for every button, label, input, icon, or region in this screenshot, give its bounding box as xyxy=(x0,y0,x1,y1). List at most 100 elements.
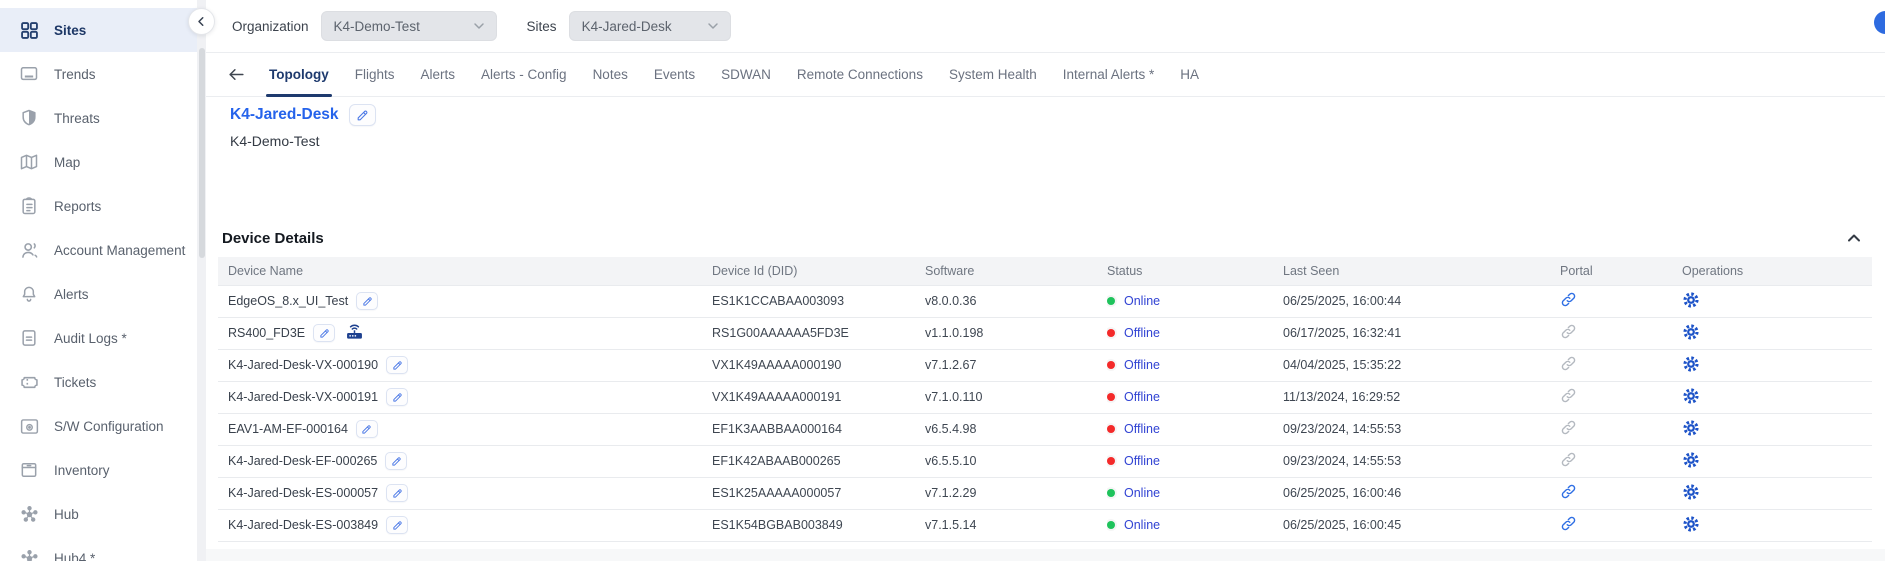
last-seen-cell: 06/17/2025, 16:32:41 xyxy=(1283,317,1560,349)
sidebar-item-alerts[interactable]: Alerts xyxy=(0,272,197,316)
operations-gear-icon[interactable] xyxy=(1682,387,1701,406)
device-name: K4-Jared-Desk-ES-003849 xyxy=(228,518,378,532)
site-title-row: K4-Jared-Desk xyxy=(230,104,1872,126)
column-header-last-seen: Last Seen xyxy=(1283,257,1560,285)
portal-link-icon[interactable] xyxy=(1560,387,1578,405)
tab-alerts-config[interactable]: Alerts - Config xyxy=(481,53,567,96)
scrollbar-thumb[interactable] xyxy=(199,48,205,258)
operations-cell xyxy=(1682,413,1872,445)
tab-remote-connections[interactable]: Remote Connections xyxy=(797,53,923,96)
edit-device-name-button[interactable] xyxy=(386,356,408,374)
last-seen-cell: 06/25/2025, 16:00:44 xyxy=(1283,285,1560,317)
device-details-header: Device Details xyxy=(218,225,1872,251)
device-id-cell: VX1K49AAAAA000191 xyxy=(712,381,925,413)
sidebar-item-trends[interactable]: Trends xyxy=(0,52,197,96)
operations-gear-icon[interactable] xyxy=(1682,483,1701,502)
column-header-device-name: Device Name xyxy=(218,257,712,285)
chevron-down-icon xyxy=(705,18,721,34)
ticket-icon xyxy=(18,371,40,393)
collapse-section-icon[interactable] xyxy=(1844,228,1864,248)
corner-button[interactable] xyxy=(1874,11,1885,34)
sidebar-item-s-w-configuration[interactable]: S/W Configuration xyxy=(0,404,197,448)
operations-gear-icon[interactable] xyxy=(1682,451,1701,470)
edit-device-name-button[interactable] xyxy=(313,324,335,342)
sidebar-item-hub[interactable]: Hub xyxy=(0,492,197,536)
portal-link-icon[interactable] xyxy=(1560,355,1578,373)
portal-link-icon[interactable] xyxy=(1560,451,1578,469)
operations-gear-icon[interactable] xyxy=(1682,419,1701,438)
sidebar-item-reports[interactable]: Reports xyxy=(0,184,197,228)
portal-link-icon[interactable] xyxy=(1560,291,1578,309)
device-name: RS400_FD3E xyxy=(228,326,305,340)
edit-device-name-button[interactable] xyxy=(385,452,407,470)
operations-gear-icon[interactable] xyxy=(1682,515,1701,534)
device-name-cell: K4-Jared-Desk-VX-000190 xyxy=(218,349,712,381)
portal-link-icon[interactable] xyxy=(1560,483,1578,501)
portal-link-icon[interactable] xyxy=(1560,515,1578,533)
tab-topology[interactable]: Topology xyxy=(269,53,329,96)
sidebar-item-threats[interactable]: Threats xyxy=(0,96,197,140)
sidebar: Sites TrendsThreatsMapReportsAccount Mana… xyxy=(0,0,197,561)
tab-notes[interactable]: Notes xyxy=(593,53,628,96)
back-button[interactable] xyxy=(227,65,247,85)
table-row: RS400_FD3ERS1G00AAAAAA5FD3Ev1.1.0.198Off… xyxy=(218,317,1872,349)
portal-link-icon[interactable] xyxy=(1560,323,1578,341)
sidebar-collapse-button[interactable] xyxy=(188,8,215,35)
tab-sdwan[interactable]: SDWAN xyxy=(721,53,771,96)
operations-gear-icon[interactable] xyxy=(1682,323,1701,342)
status-dot xyxy=(1107,393,1115,401)
sidebar-item-tickets[interactable]: Tickets xyxy=(0,360,197,404)
last-seen-cell: 11/13/2024, 16:29:52 xyxy=(1283,381,1560,413)
sites-label: Sites xyxy=(527,19,557,34)
sidebar-item-audit-logs[interactable]: Audit Logs * xyxy=(0,316,197,360)
operations-gear-icon[interactable] xyxy=(1682,355,1701,374)
sidebar-scrollbar[interactable] xyxy=(197,0,206,561)
edit-device-name-button[interactable] xyxy=(386,388,408,406)
operations-cell xyxy=(1682,285,1872,317)
sidebar-item-map[interactable]: Map xyxy=(0,140,197,184)
edit-device-name-button[interactable] xyxy=(356,292,378,310)
tab-flights[interactable]: Flights xyxy=(355,53,395,96)
sidebar-item-sites[interactable]: Sites xyxy=(0,8,197,52)
operations-cell xyxy=(1682,445,1872,477)
software-cell: v6.5.5.10 xyxy=(925,445,1107,477)
grid-icon xyxy=(18,19,40,41)
edit-device-name-button[interactable] xyxy=(386,484,408,502)
status-cell: Offline xyxy=(1107,317,1283,349)
tab-system-health[interactable]: System Health xyxy=(949,53,1037,96)
table-row: K4-Jared-Desk-ES-000057ES1K25AAAAA000057… xyxy=(218,477,1872,509)
tab-alerts[interactable]: Alerts xyxy=(421,53,456,96)
software-config-icon xyxy=(18,415,40,437)
tab-internal-alerts[interactable]: Internal Alerts * xyxy=(1063,53,1155,96)
device-details-title: Device Details xyxy=(222,230,324,247)
status-dot xyxy=(1107,297,1115,305)
operations-gear-icon[interactable] xyxy=(1682,291,1701,310)
organization-value: K4-Demo-Test xyxy=(334,19,420,34)
portal-link-icon[interactable] xyxy=(1560,419,1578,437)
device-name-cell: RS400_FD3E xyxy=(218,317,712,349)
site-name-link[interactable]: K4-Jared-Desk xyxy=(230,106,339,124)
tab-ha[interactable]: HA xyxy=(1180,53,1199,96)
tab-events[interactable]: Events xyxy=(654,53,695,96)
sidebar-item-label: Sites xyxy=(54,23,86,38)
software-cell: v7.1.0.110 xyxy=(925,381,1107,413)
sidebar-item-inventory[interactable]: Inventory xyxy=(0,448,197,492)
map-icon xyxy=(18,151,40,173)
sidebar-item-hub4[interactable]: Hub4 * xyxy=(0,536,197,561)
edit-device-name-button[interactable] xyxy=(386,516,408,534)
sidebar-item-label: Alerts xyxy=(54,287,89,302)
device-name: EAV1-AM-EF-000164 xyxy=(228,422,348,436)
edit-device-name-button[interactable] xyxy=(356,420,378,438)
last-seen-cell: 06/25/2025, 16:00:45 xyxy=(1283,509,1560,541)
status-cell: Offline xyxy=(1107,413,1283,445)
software-cell: v1.1.0.198 xyxy=(925,317,1107,349)
main-area: Organization K4-Demo-Test Sites K4-Jared… xyxy=(206,0,1885,561)
hub-icon xyxy=(18,547,40,561)
sites-select[interactable]: K4-Jared-Desk xyxy=(569,11,731,41)
sidebar-item-label: Inventory xyxy=(54,463,110,478)
edit-site-name-button[interactable] xyxy=(349,104,376,126)
sidebar-item-account-management[interactable]: Account Management xyxy=(0,228,197,272)
table-row: K4-Jared-Desk-VX-000190VX1K49AAAAA000190… xyxy=(218,349,1872,381)
software-cell: v7.1.5.14 xyxy=(925,509,1107,541)
organization-select[interactable]: K4-Demo-Test xyxy=(321,11,497,41)
